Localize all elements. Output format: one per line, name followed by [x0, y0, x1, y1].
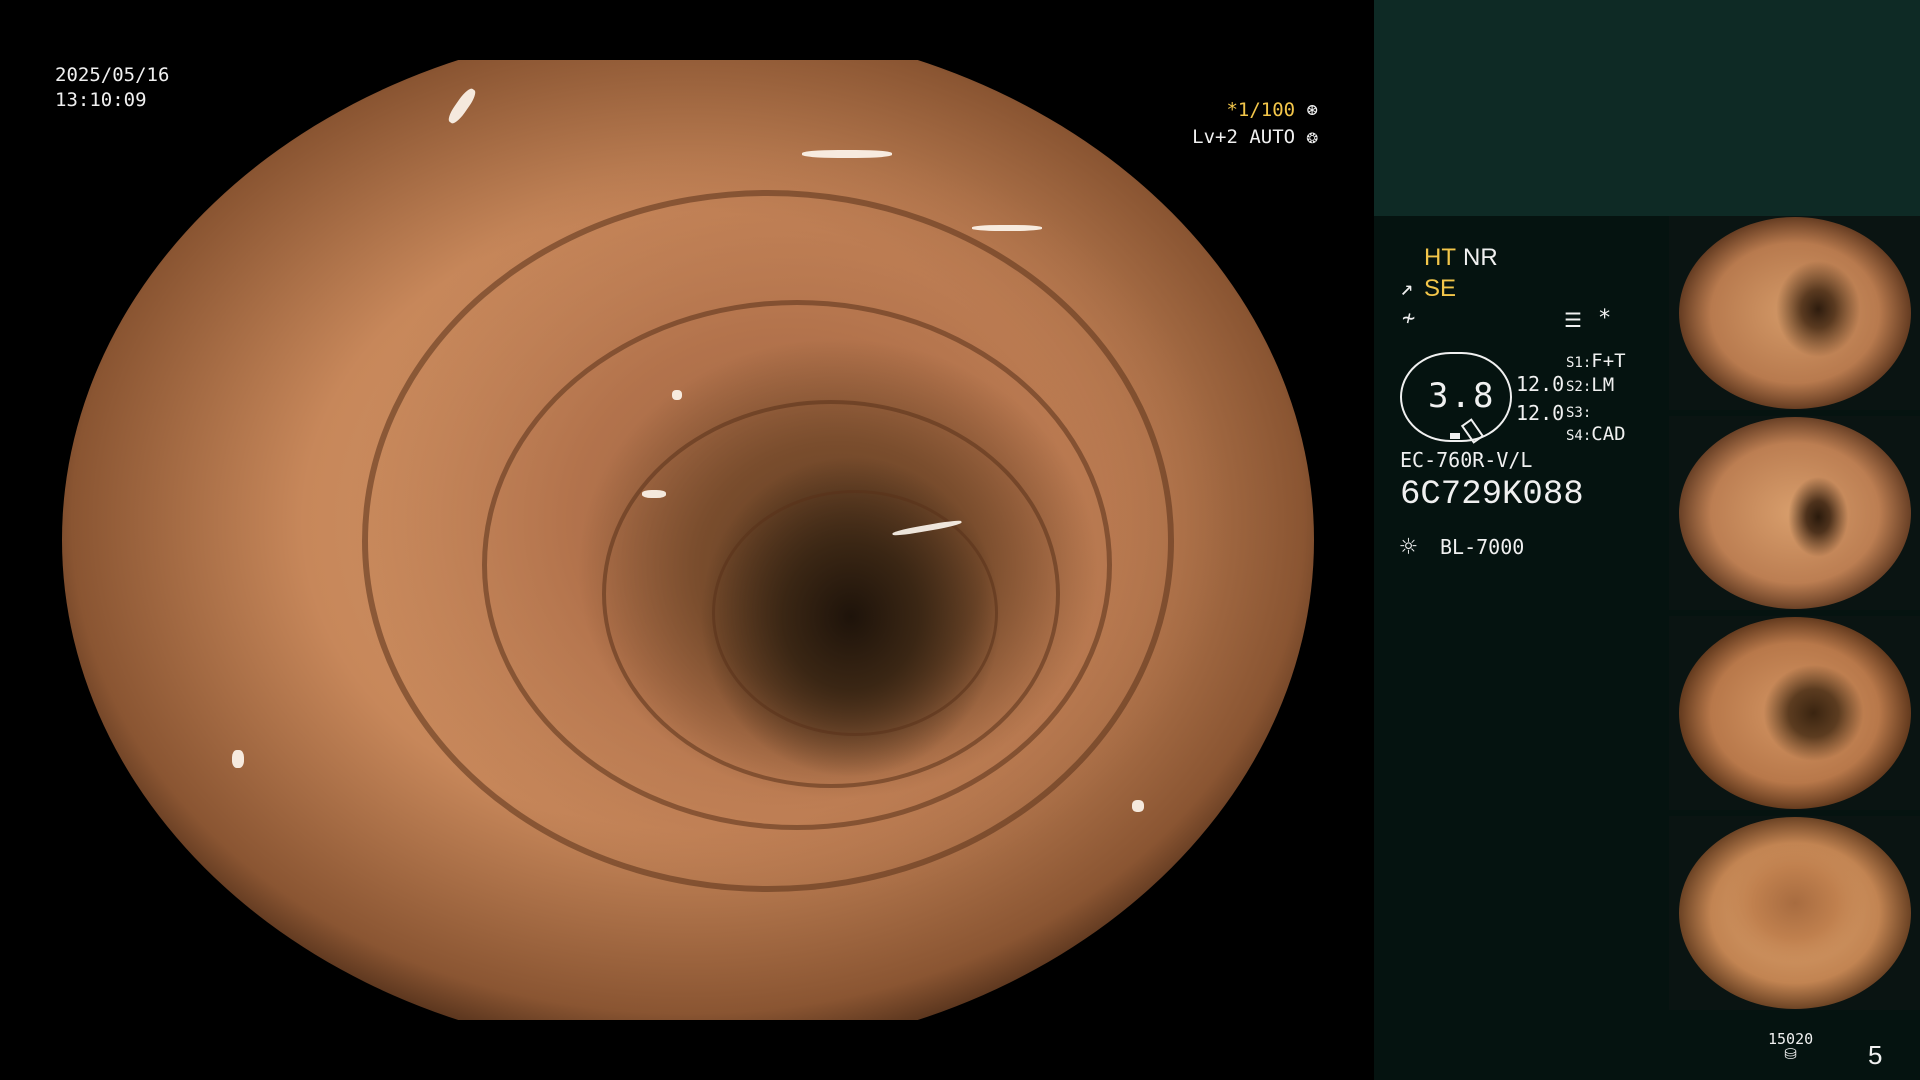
- mucosal-fold: [712, 490, 998, 736]
- star-icon: *: [1598, 306, 1612, 331]
- scope-model: EC-760R-V/L: [1400, 448, 1533, 472]
- switch-label: S2:: [1566, 379, 1592, 395]
- side-panel-header: [1374, 0, 1920, 216]
- value-1: 12.0: [1516, 372, 1565, 396]
- light-source-icon: ☼: [1400, 530, 1417, 563]
- wave-icon: ≁: [1402, 306, 1416, 331]
- endoscope-image: [62, 60, 1314, 1020]
- light-source: BL-7000: [1440, 535, 1525, 559]
- glint: [1132, 800, 1144, 812]
- switch-label: S1:: [1566, 355, 1592, 371]
- switch-value: LM: [1591, 374, 1615, 396]
- switch-row-1: S1:F+T: [1566, 350, 1626, 372]
- date-time: 2025/05/16 13:10:09: [55, 63, 169, 113]
- ht-indicator: HT: [1424, 244, 1456, 271]
- switch-row-2: S2:LM: [1566, 374, 1614, 396]
- thumbnail-image: [1679, 817, 1911, 1009]
- thumbnail-1[interactable]: [1669, 216, 1920, 410]
- thumbnail-strip: [1669, 216, 1920, 1016]
- aperture-icon: ⊛: [1306, 99, 1318, 121]
- glint: [642, 490, 666, 498]
- glint: [802, 150, 892, 158]
- capture-counter: 15020 ⛁: [1768, 1032, 1813, 1062]
- thumbnail-4[interactable]: [1669, 816, 1920, 1010]
- list-icon: ☰: [1564, 308, 1582, 332]
- switch-label: S3:: [1566, 405, 1592, 421]
- thumbnail-image: [1679, 417, 1911, 609]
- iris-icon: ❂: [1306, 126, 1318, 148]
- date: 2025/05/16: [55, 64, 170, 86]
- thumbnail-3[interactable]: [1669, 616, 1920, 810]
- se-indicator: SE: [1424, 275, 1457, 302]
- shutter-value: *1/100: [1226, 99, 1296, 121]
- glint: [972, 225, 1042, 231]
- nr-indicator: NR: [1463, 244, 1498, 271]
- endoscope-view: [62, 60, 1314, 1020]
- glint: [445, 86, 479, 126]
- time: 13:10:09: [55, 89, 147, 111]
- thumbnail-2[interactable]: [1669, 416, 1920, 610]
- value-2: 12.0: [1516, 401, 1565, 425]
- scope-serial: 6C729K088: [1400, 476, 1584, 514]
- storage-icon: ⛁: [1784, 1045, 1797, 1063]
- glint: [672, 390, 682, 400]
- switch-label: S4:: [1566, 428, 1592, 444]
- switch-value: CAD: [1591, 423, 1626, 445]
- switch-value: F+T: [1591, 350, 1626, 372]
- zoom-value: 3.8: [1428, 376, 1496, 416]
- structure-enhance-icon: ↗: [1400, 276, 1414, 301]
- thumbnail-image: [1679, 217, 1911, 409]
- glint: [232, 750, 244, 768]
- thumbnail-image: [1679, 617, 1911, 809]
- switch-row-4: S4:CAD: [1566, 423, 1626, 445]
- switch-row-3: S3:: [1566, 400, 1591, 422]
- zoom-bar: [1450, 433, 1460, 439]
- iris-mode: Lv+2 AUTO ❂: [1192, 126, 1318, 148]
- shutter-speed: *1/100 ⊛: [1226, 99, 1318, 121]
- iris-value: Lv+2 AUTO: [1192, 126, 1296, 148]
- page-number: 5: [1868, 1040, 1883, 1070]
